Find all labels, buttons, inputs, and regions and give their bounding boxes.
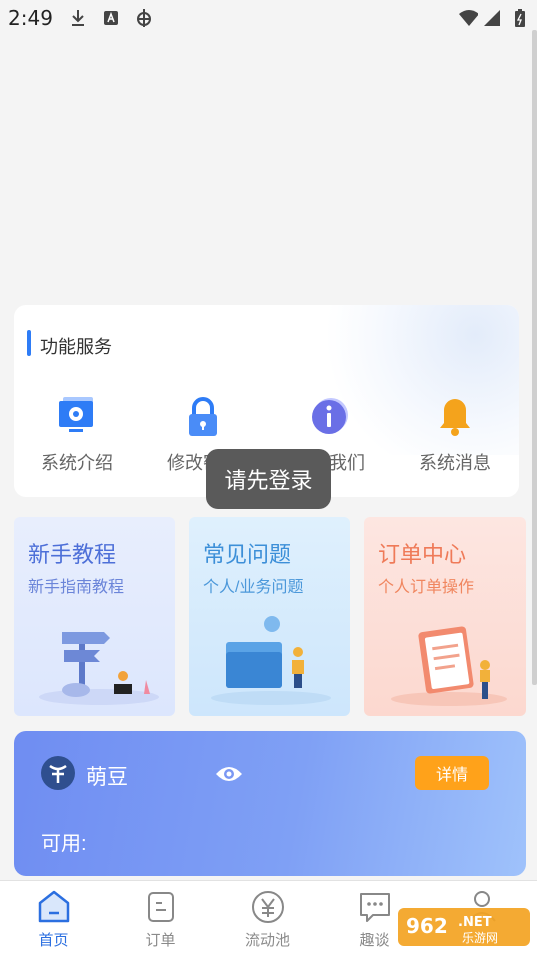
eye-icon[interactable] (214, 763, 244, 785)
chat-icon (357, 889, 393, 925)
service-item-system-intro[interactable]: 系统介绍 (14, 395, 140, 475)
status-bar: 2:49 (0, 0, 537, 36)
feature-title: 常见问题 (203, 542, 292, 567)
order-icon (143, 889, 179, 925)
feature-card-orders[interactable]: 订单中心 个人订单操作 (364, 517, 526, 716)
feature-subtitle: 个人/业务问题 (203, 579, 304, 596)
feature-title: 订单中心 (378, 542, 467, 567)
lock-icon (181, 395, 225, 439)
feature-title: 新手教程 (28, 542, 117, 567)
points-name: 萌豆 (86, 766, 128, 789)
section-accent-bar (27, 330, 31, 356)
svg-text:.NET: .NET (458, 915, 492, 930)
nav-label: 流动池 (244, 932, 290, 949)
nav-item-pool[interactable]: 流动池 (214, 881, 321, 957)
feature-subtitle: 个人订单操作 (378, 579, 475, 596)
svg-text:962: 962 (406, 914, 448, 938)
nav-item-orders[interactable]: 订单 (107, 881, 214, 957)
feature-card-faq[interactable]: 常见问题 个人/业务问题 (189, 517, 350, 716)
details-button[interactable]: 详情 (415, 756, 489, 790)
bug-icon (133, 8, 153, 28)
battery-icon (510, 8, 530, 28)
points-logo-icon (41, 756, 75, 790)
status-time: 2:49 (8, 6, 53, 30)
service-section-title: 功能服务 (40, 337, 112, 357)
service-item-system-messages[interactable]: 系统消息 (392, 395, 518, 475)
yuan-coin-icon (250, 889, 286, 925)
download-icon (68, 8, 88, 28)
signal-icon (482, 8, 502, 28)
feature-subtitle: 新手指南教程 (28, 579, 125, 596)
bell-icon (433, 395, 477, 439)
folder-question-illustration (211, 616, 331, 705)
gear-monitor-icon (55, 395, 99, 439)
svg-text:乐游网: 乐游网 (462, 931, 498, 945)
nav-label: 订单 (145, 932, 176, 949)
watermark-logo: 962 .NET 乐游网 (398, 906, 530, 948)
app-a-icon (101, 8, 121, 28)
points-card: 萌豆 详情 可用: (14, 731, 526, 876)
login-required-toast: 请先登录 (206, 449, 331, 509)
signpost-illustration (39, 632, 159, 705)
available-label: 可用: (41, 833, 87, 855)
nav-item-home[interactable]: 首页 (0, 881, 107, 957)
service-item-label: 系统消息 (419, 453, 491, 473)
scrollbar[interactable] (532, 30, 537, 685)
wifi-icon (458, 8, 478, 28)
home-icon (36, 889, 72, 925)
feature-card-tutorial[interactable]: 新手教程 新手指南教程 (14, 517, 175, 716)
clipboard-illustration (391, 626, 507, 706)
nav-label: 首页 (38, 932, 69, 949)
service-item-label: 系统介绍 (41, 453, 113, 473)
info-icon (307, 395, 351, 439)
